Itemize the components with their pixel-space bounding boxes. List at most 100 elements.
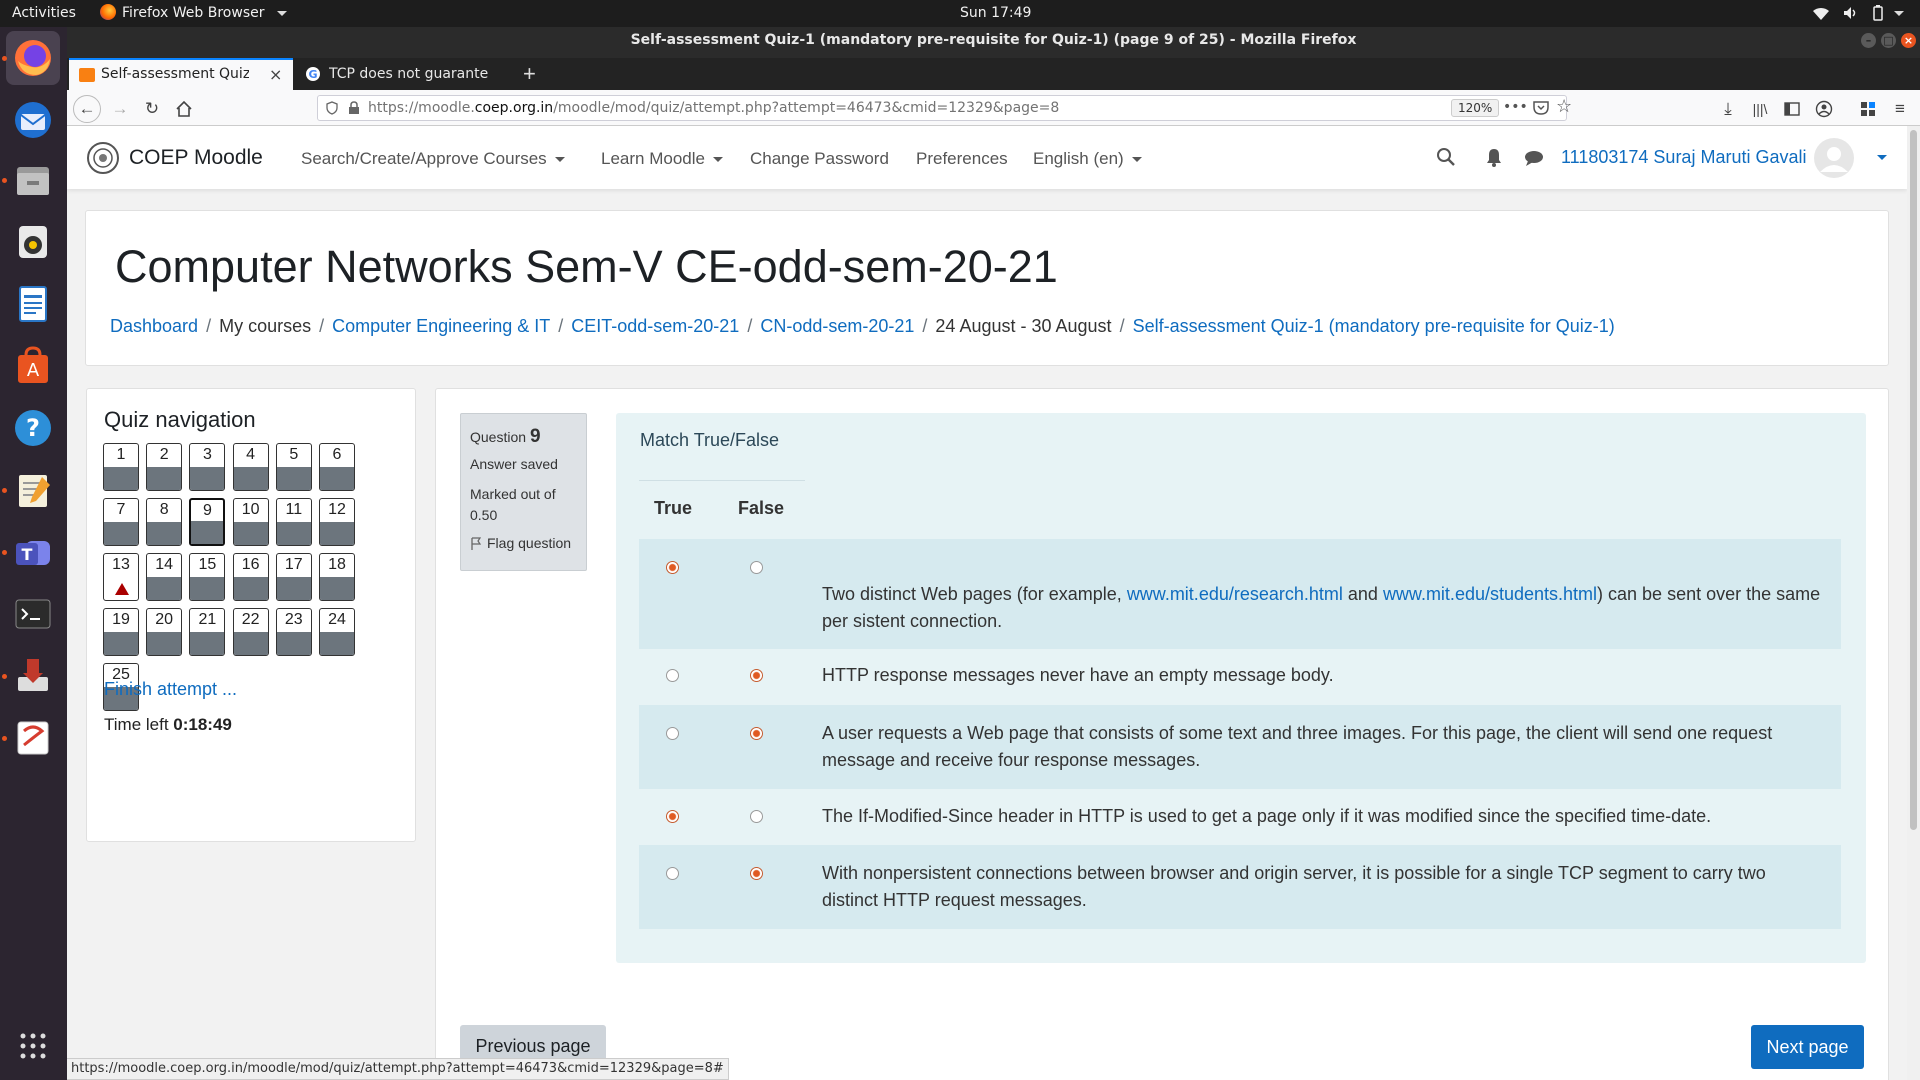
quiz-nav-button-10[interactable]: 10	[232, 498, 269, 546]
lock-icon[interactable]	[348, 101, 360, 115]
dock-firefox-icon[interactable]	[6, 31, 60, 85]
finish-attempt-link[interactable]: Finish attempt ...	[104, 679, 237, 700]
radio-false[interactable]	[750, 810, 763, 823]
radio-true[interactable]	[666, 561, 679, 574]
dock-teams-icon[interactable]: T	[6, 525, 60, 579]
close-window-icon[interactable]: ×	[1901, 33, 1916, 48]
quiz-nav-button-11[interactable]: 11	[275, 498, 312, 546]
menu-change-password[interactable]: Change Password	[750, 149, 889, 169]
quiz-nav-button-20[interactable]: 20	[146, 608, 183, 656]
menu-language[interactable]: English (en)	[1033, 149, 1142, 169]
dock-terminal-icon[interactable]	[6, 587, 60, 641]
radio-true[interactable]	[666, 669, 679, 682]
battery-icon[interactable]	[1873, 5, 1883, 21]
quiz-nav-button-22[interactable]: 22	[232, 608, 269, 656]
show-applications-icon[interactable]	[6, 1019, 60, 1073]
quiz-nav-button-3[interactable]: 3	[189, 443, 226, 491]
quiz-nav-button-12[interactable]: 12	[319, 498, 355, 546]
maximize-icon[interactable]: □	[1881, 33, 1896, 48]
activities-button[interactable]: Activities	[12, 5, 76, 21]
clock[interactable]: Sun 17:49	[960, 5, 1031, 21]
tab-quiz[interactable]: Self-assessment Quiz-1 ( ×	[69, 58, 293, 90]
volume-icon[interactable]	[1842, 5, 1858, 21]
minimize-icon[interactable]: –	[1861, 33, 1876, 48]
library-icon[interactable]: |||\	[1749, 98, 1771, 120]
radio-false[interactable]	[750, 669, 763, 682]
radio-true[interactable]	[666, 867, 679, 880]
quiz-nav-button-13[interactable]: 13	[103, 553, 139, 601]
flag-question-button[interactable]: Flag question	[470, 535, 577, 551]
quiz-nav-button-14[interactable]: 14	[146, 553, 183, 601]
dock-rhythmbox-icon[interactable]	[6, 215, 60, 269]
quiz-nav-button-9[interactable]: 9	[189, 498, 226, 546]
breadcrumb-course[interactable]: CN-odd-sem-20-21	[760, 316, 914, 336]
system-menu-caret-icon[interactable]	[1894, 11, 1904, 16]
menu-preferences[interactable]: Preferences	[916, 149, 1008, 169]
dock-writer-icon[interactable]	[6, 277, 60, 331]
dock-files-icon[interactable]	[6, 153, 60, 207]
quiz-nav-button-2[interactable]: 2	[146, 443, 183, 491]
radio-false[interactable]	[750, 867, 763, 880]
dock-installer-icon[interactable]	[6, 649, 60, 703]
dock-software-icon[interactable]: A	[6, 339, 60, 393]
window-titlebar[interactable]: Self-assessment Quiz-1 (mandatory pre-re…	[67, 27, 1920, 58]
tab-close-icon[interactable]: ×	[269, 60, 282, 90]
url-text[interactable]: https://moodle.coep.org.in/moodle/mod/qu…	[368, 96, 1059, 120]
zoom-level[interactable]: 120%	[1451, 99, 1500, 117]
search-icon[interactable]	[1436, 147, 1456, 167]
dock-document-viewer-icon[interactable]	[6, 711, 60, 765]
tab-google[interactable]: G TCP does not guarantee	[295, 58, 497, 90]
extensions-icon[interactable]	[1857, 98, 1879, 120]
quiz-nav-button-21[interactable]: 21	[189, 608, 226, 656]
avatar[interactable]	[1814, 138, 1854, 178]
app-menu-label[interactable]: Firefox Web Browser	[122, 5, 265, 21]
page-actions-icon[interactable]: •••	[1503, 95, 1528, 119]
quiz-nav-button-7[interactable]: 7	[103, 498, 139, 546]
user-name[interactable]: 111803174 Suraj Maruti Gavali	[1561, 147, 1806, 168]
breadcrumb-dashboard[interactable]: Dashboard	[110, 316, 198, 336]
menu-learn-moodle[interactable]: Learn Moodle	[601, 149, 723, 169]
statement-link[interactable]: www.mit.edu/research.html	[1127, 584, 1343, 604]
account-icon[interactable]	[1813, 98, 1835, 120]
scrollbar-thumb[interactable]	[1910, 130, 1917, 830]
dock-help-icon[interactable]: ?	[6, 401, 60, 455]
messages-icon[interactable]	[1524, 150, 1544, 166]
quiz-nav-button-1[interactable]: 1	[103, 443, 139, 491]
downloads-icon[interactable]: ⤓	[1717, 98, 1739, 120]
quiz-nav-button-15[interactable]: 15	[189, 553, 226, 601]
user-menu-caret-icon[interactable]	[1877, 155, 1887, 160]
quiz-nav-button-5[interactable]: 5	[275, 443, 312, 491]
site-name[interactable]: COEP Moodle	[129, 146, 263, 170]
new-tab-icon[interactable]: +	[523, 61, 536, 87]
sidebar-icon[interactable]	[1781, 98, 1803, 120]
radio-true[interactable]	[666, 727, 679, 740]
reload-icon[interactable]: ↻	[141, 98, 163, 120]
radio-true[interactable]	[666, 810, 679, 823]
quiz-nav-button-19[interactable]: 19	[103, 608, 139, 656]
statement-link[interactable]: www.mit.edu/students.html	[1383, 584, 1597, 604]
bookmark-star-icon[interactable]: ☆	[1556, 95, 1572, 119]
forward-icon[interactable]: →	[109, 98, 131, 120]
quiz-nav-button-17[interactable]: 17	[275, 553, 312, 601]
back-icon[interactable]: ←	[73, 95, 101, 123]
quiz-nav-button-6[interactable]: 6	[319, 443, 355, 491]
quiz-nav-button-24[interactable]: 24	[319, 608, 355, 656]
radio-false[interactable]	[750, 561, 763, 574]
quiz-nav-button-18[interactable]: 18	[319, 553, 355, 601]
menu-courses[interactable]: Search/Create/Approve Courses	[301, 149, 565, 169]
dock-thunderbird-icon[interactable]	[6, 93, 60, 147]
page-scrollbar[interactable]	[1907, 126, 1920, 1080]
breadcrumb-quiz[interactable]: Self-assessment Quiz-1 (mandatory pre-re…	[1133, 316, 1615, 336]
tracking-shield-icon[interactable]	[326, 101, 338, 115]
address-bar[interactable]: https://moodle.coep.org.in/moodle/mod/qu…	[317, 95, 1572, 121]
quiz-nav-button-4[interactable]: 4	[232, 443, 269, 491]
quiz-nav-button-16[interactable]: 16	[232, 553, 269, 601]
radio-false[interactable]	[750, 727, 763, 740]
next-page-button[interactable]: Next page	[1751, 1025, 1864, 1069]
dock-text-editor-icon[interactable]	[6, 463, 60, 517]
breadcrumb-category[interactable]: Computer Engineering & IT	[332, 316, 550, 336]
hamburger-menu-icon[interactable]: ≡	[1889, 98, 1911, 120]
quiz-nav-button-23[interactable]: 23	[275, 608, 312, 656]
wifi-icon[interactable]	[1812, 5, 1830, 21]
pocket-icon[interactable]	[1533, 100, 1549, 115]
